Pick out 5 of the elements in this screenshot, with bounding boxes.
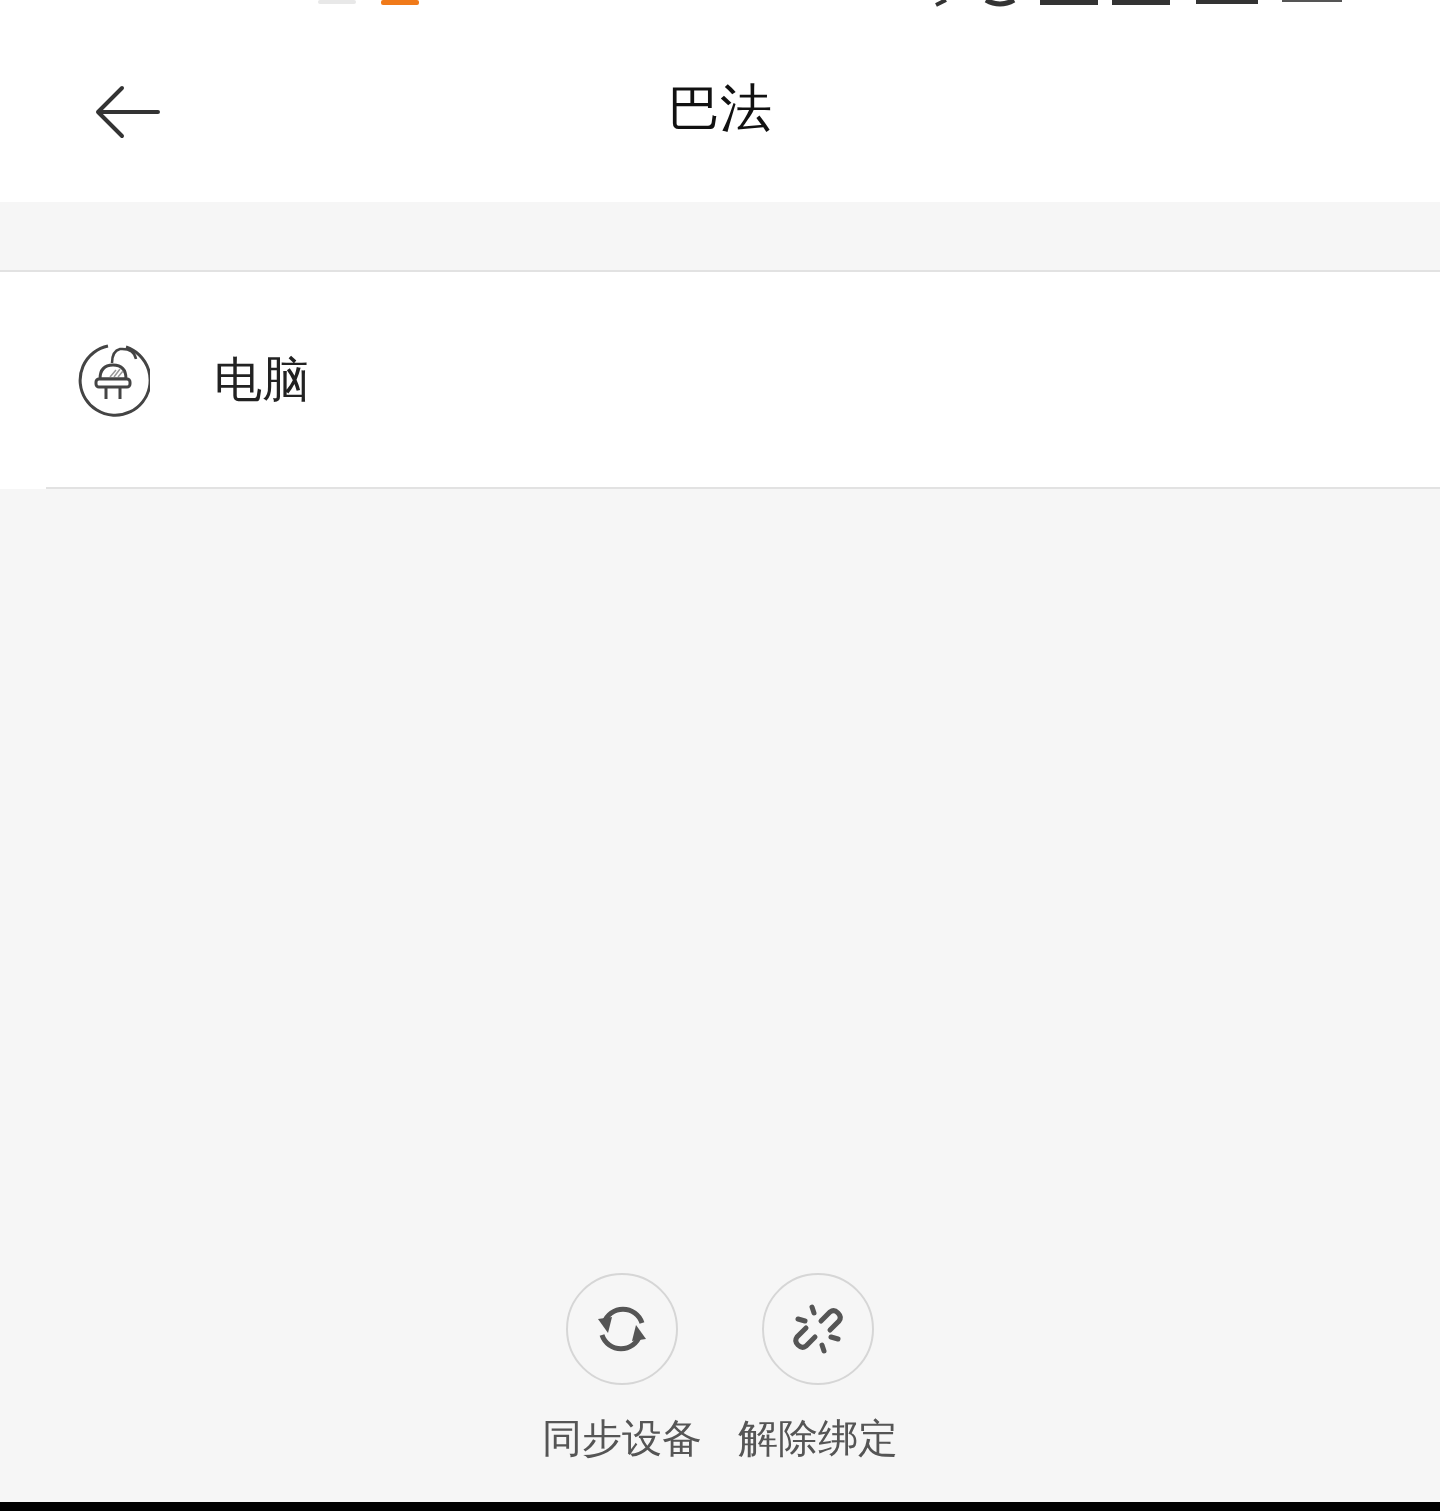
action-button[interactable]: 解除绑定 bbox=[738, 1273, 898, 1466]
device-name: 电脑 bbox=[214, 349, 310, 409]
page-title: 巴法 bbox=[668, 77, 772, 140]
action-button[interactable]: 同步设备 bbox=[542, 1273, 702, 1466]
plug-icon bbox=[76, 342, 150, 417]
